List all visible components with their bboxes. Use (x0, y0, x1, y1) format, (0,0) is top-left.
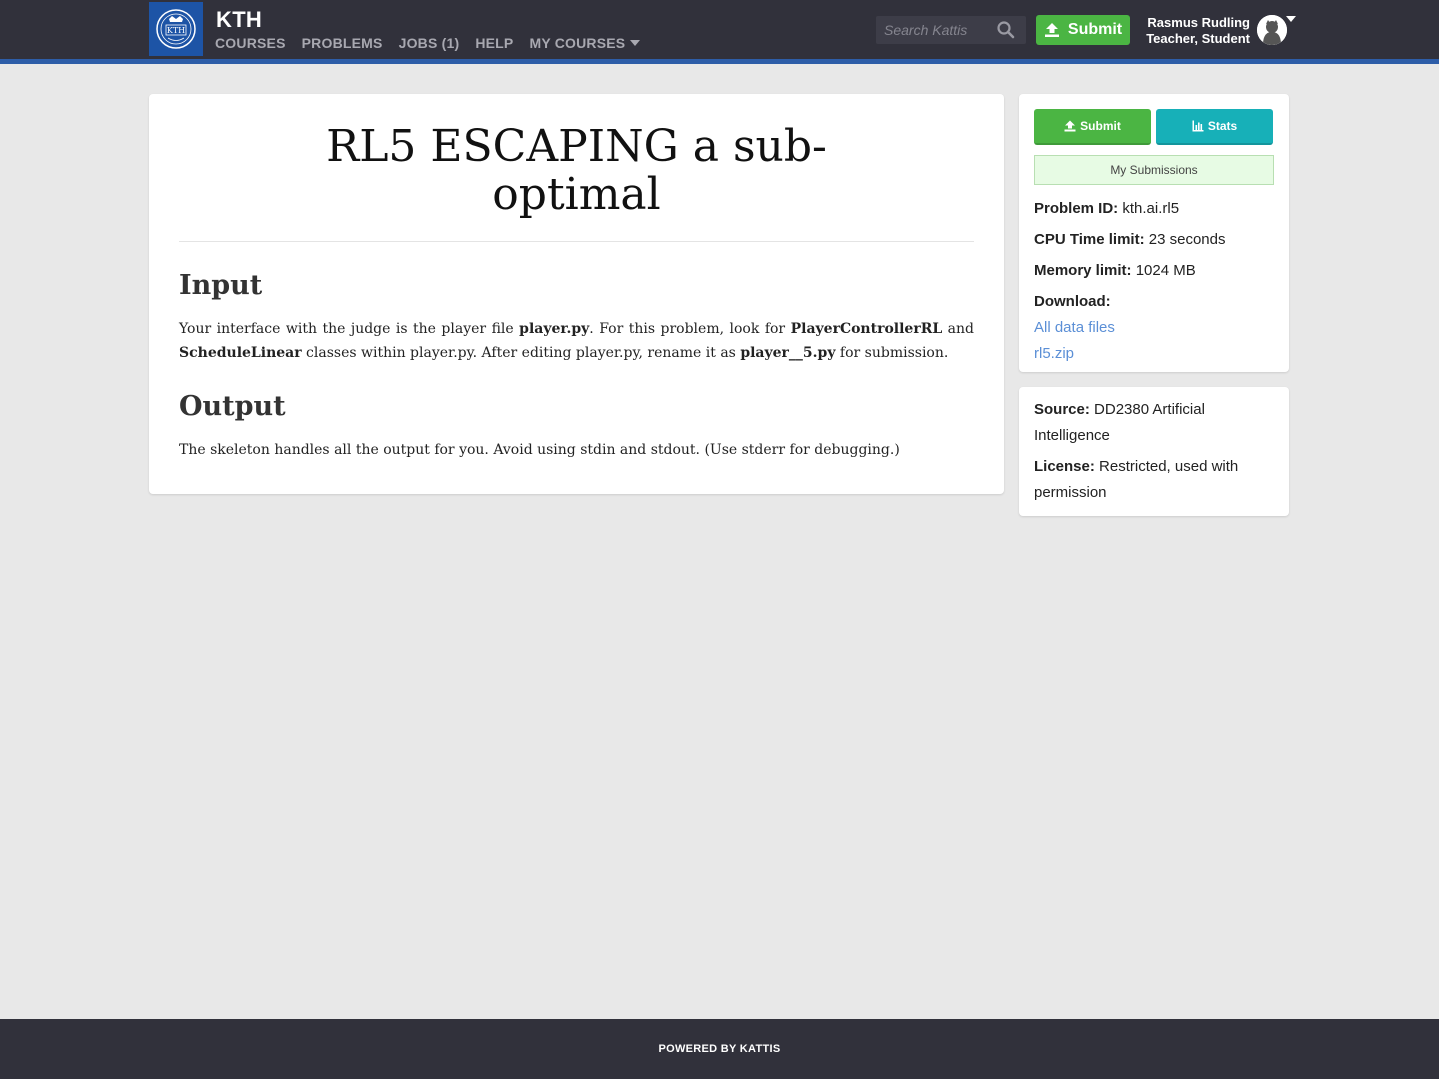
nav-my-courses[interactable]: MY COURSES (529, 35, 641, 51)
input-heading: Input (179, 270, 263, 301)
input-text-part: for submission. (835, 345, 949, 361)
avatar[interactable] (1257, 15, 1287, 45)
user-name: Rasmus Rudling (1147, 15, 1250, 30)
cpu-limit-label: CPU Time limit: (1034, 231, 1145, 248)
input-filename: player.py (519, 321, 590, 337)
my-submissions-button[interactable]: My Submissions (1034, 155, 1274, 185)
navbar-accent-stripe (0, 59, 1439, 64)
problem-id-row: Problem ID: kth.ai.rl5 (1034, 196, 1274, 222)
input-description: Your interface with the judge is the pla… (179, 317, 974, 365)
footer: POWERED BY KATTIS (0, 1019, 1439, 1079)
output-heading: Output (179, 391, 286, 422)
input-text-part: . For this problem, look for (589, 321, 791, 337)
kth-crest-icon: KTH (156, 9, 196, 49)
input-class-name: PlayerControllerRL (790, 321, 943, 337)
problem-id-value: kth.ai.rl5 (1122, 200, 1180, 217)
output-description: The skeleton handles all the output for … (179, 442, 900, 458)
user-roles: Teacher, Student (1146, 31, 1250, 46)
source-label: Source: (1034, 401, 1090, 418)
input-text-part: Your interface with the judge is the pla… (179, 321, 520, 337)
title-divider (179, 241, 974, 242)
header-submit-label: Submit (1067, 21, 1123, 38)
stats-button[interactable]: Stats (1156, 109, 1273, 145)
license-row: License: Restricted, used with permissio… (1034, 454, 1274, 506)
problem-title: RL5 ESCAPING a sub-optimal (326, 121, 827, 220)
download-label: Download: (1034, 293, 1111, 310)
license-label: License: (1034, 458, 1095, 475)
cpu-limit-value: 23 seconds (1148, 231, 1226, 248)
source-row: Source: DD2380 Artificial Intelligence (1034, 397, 1274, 449)
search-box (876, 16, 1026, 44)
stats-button-label: Stats (1207, 119, 1238, 133)
site-title[interactable]: KTH (216, 7, 262, 33)
action-buttons: Submit Stats (1034, 109, 1274, 145)
chevron-down-icon (630, 40, 641, 46)
upload-icon (1044, 23, 1059, 37)
memory-limit-row: Memory limit: 1024 MB (1034, 258, 1274, 284)
input-class-name: ScheduleLinear (179, 345, 302, 361)
problem-source-card: Source: DD2380 Artificial Intelligence L… (1019, 387, 1289, 516)
submit-button-label: Submit (1080, 119, 1121, 133)
input-text-part: and (942, 321, 974, 337)
search-icon[interactable] (996, 20, 1016, 40)
nav-jobs[interactable]: JOBS (1) (399, 35, 460, 51)
memory-limit-value: 1024 MB (1135, 262, 1196, 279)
user-avatar-icon (1257, 15, 1287, 45)
upload-icon (1064, 120, 1076, 132)
chevron-down-icon[interactable] (1286, 16, 1296, 22)
nav-problems[interactable]: PROBLEMS (302, 35, 383, 51)
problem-info-card: Submit Stats My Submissions Problem ID: … (1019, 94, 1289, 372)
main-nav: COURSES PROBLEMS JOBS (1) HELP MY COURSE… (215, 35, 656, 51)
cpu-limit-row: CPU Time limit: 23 seconds (1034, 227, 1274, 253)
user-menu[interactable]: Rasmus Rudling Teacher, Student (1130, 15, 1250, 47)
input-filename: player__5.py (740, 345, 836, 361)
kth-logo[interactable]: KTH (149, 2, 203, 56)
search-input[interactable] (876, 22, 992, 38)
header-submit-button[interactable]: Submit (1036, 15, 1130, 45)
memory-limit-label: Memory limit: (1034, 262, 1132, 279)
nav-my-courses-label: MY COURSES (529, 35, 626, 51)
footer-powered-by[interactable]: POWERED BY KATTIS (658, 1043, 780, 1055)
problem-card: RL5 ESCAPING a sub-optimal Input Your in… (149, 94, 1004, 494)
download-section: Download: All data files rl5.zip (1034, 289, 1274, 367)
svg-text:KTH: KTH (167, 26, 185, 35)
nav-courses[interactable]: COURSES (215, 35, 286, 51)
bar-chart-icon (1192, 120, 1204, 132)
submit-button[interactable]: Submit (1034, 109, 1151, 145)
download-zip-link[interactable]: rl5.zip (1034, 341, 1274, 367)
nav-help[interactable]: HELP (475, 35, 513, 51)
download-all-data-link[interactable]: All data files (1034, 315, 1274, 341)
problem-id-label: Problem ID: (1034, 200, 1119, 217)
input-text-part: classes within player.py. After editing … (301, 345, 741, 361)
